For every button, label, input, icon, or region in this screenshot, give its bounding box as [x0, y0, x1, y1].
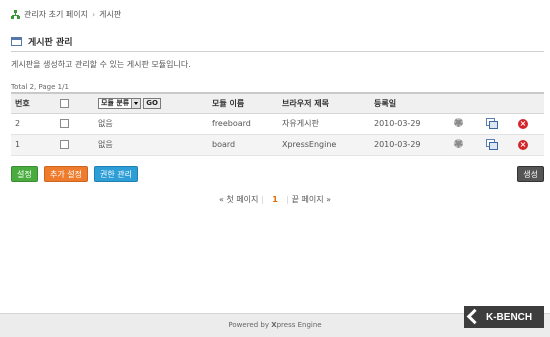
select-all-checkbox[interactable] — [60, 98, 69, 108]
title-divider — [11, 51, 544, 52]
settings-button[interactable]: 설정 — [11, 166, 38, 182]
breadcrumb-separator: › — [91, 10, 96, 19]
first-page-link[interactable]: « 첫 페이지 — [219, 195, 258, 204]
column-header-module-name: 모듈 이름 — [208, 92, 278, 114]
breadcrumb-current: 게시판 — [99, 10, 122, 19]
row-category: 없음 — [94, 134, 208, 156]
section-title: 게시판 관리 — [11, 35, 73, 48]
row-regdate: 2010-03-29 — [370, 134, 450, 156]
module-table: 번호 모듈 분류 GO 모듈 이름 브라우저 제목 등록일 2 없음 freeb… — [11, 92, 544, 156]
list-summary: Total 2, Page 1/1 — [11, 83, 69, 91]
delete-icon[interactable]: × — [518, 139, 528, 150]
kbench-mark-icon — [468, 310, 482, 324]
row-module-name: freeboard — [208, 113, 278, 135]
go-button[interactable]: GO — [143, 97, 161, 109]
copy-icon[interactable] — [486, 138, 498, 150]
create-button[interactable]: 생성 — [517, 166, 544, 182]
last-page-link[interactable]: 끝 페이지 » — [292, 195, 331, 204]
row-checkbox[interactable] — [60, 140, 69, 149]
row-category: 없음 — [94, 113, 208, 135]
gear-icon[interactable] — [454, 118, 463, 127]
row-no: 2 — [11, 113, 56, 135]
delete-icon[interactable]: × — [518, 118, 528, 129]
row-browser-title[interactable]: XpressEngine — [278, 134, 370, 156]
window-icon — [11, 37, 22, 46]
row-no: 1 — [11, 134, 56, 156]
section-description: 게시판을 생성하고 관리할 수 있는 게시판 모듈입니다. — [11, 60, 191, 69]
table-header-row: 번호 모듈 분류 GO 모듈 이름 브라우저 제목 등록일 — [11, 92, 544, 114]
current-page: 1 — [272, 195, 278, 204]
module-category-select[interactable]: 모듈 분류 — [98, 97, 142, 109]
sitemap-icon — [11, 10, 20, 19]
module-category-label: 모듈 분류 — [101, 99, 130, 108]
chevron-down-icon — [131, 98, 141, 108]
page-title: 게시판 관리 — [28, 38, 73, 48]
table-row: 2 없음 freeboard 자유게시판 2010-03-29 × — [11, 113, 544, 135]
row-browser-title[interactable]: 자유게시판 — [278, 113, 370, 135]
row-module-name: board — [208, 134, 278, 156]
permission-button[interactable]: 권한 관리 — [94, 166, 138, 182]
row-regdate: 2010-03-29 — [370, 113, 450, 135]
kbench-logo: K-BENCH — [464, 306, 544, 328]
breadcrumb-home-link[interactable]: 관리자 초기 페이지 — [24, 9, 88, 20]
gear-icon[interactable] — [454, 139, 463, 148]
logo-text: K-BENCH — [486, 311, 533, 323]
column-header-no: 번호 — [11, 92, 56, 114]
breadcrumb: 관리자 초기 페이지 › 게시판 — [11, 9, 121, 20]
row-checkbox[interactable] — [60, 119, 69, 128]
pagination: « 첫 페이지 | 1 | 끝 페이지 » — [218, 195, 331, 204]
table-row: 1 없음 board XpressEngine 2010-03-29 × — [11, 134, 544, 156]
extra-settings-button[interactable]: 추가 설정 — [44, 166, 88, 182]
copy-icon[interactable] — [486, 117, 498, 129]
column-header-browser-title: 브라우저 제목 — [278, 92, 370, 114]
column-header-regdate: 등록일 — [370, 92, 450, 114]
